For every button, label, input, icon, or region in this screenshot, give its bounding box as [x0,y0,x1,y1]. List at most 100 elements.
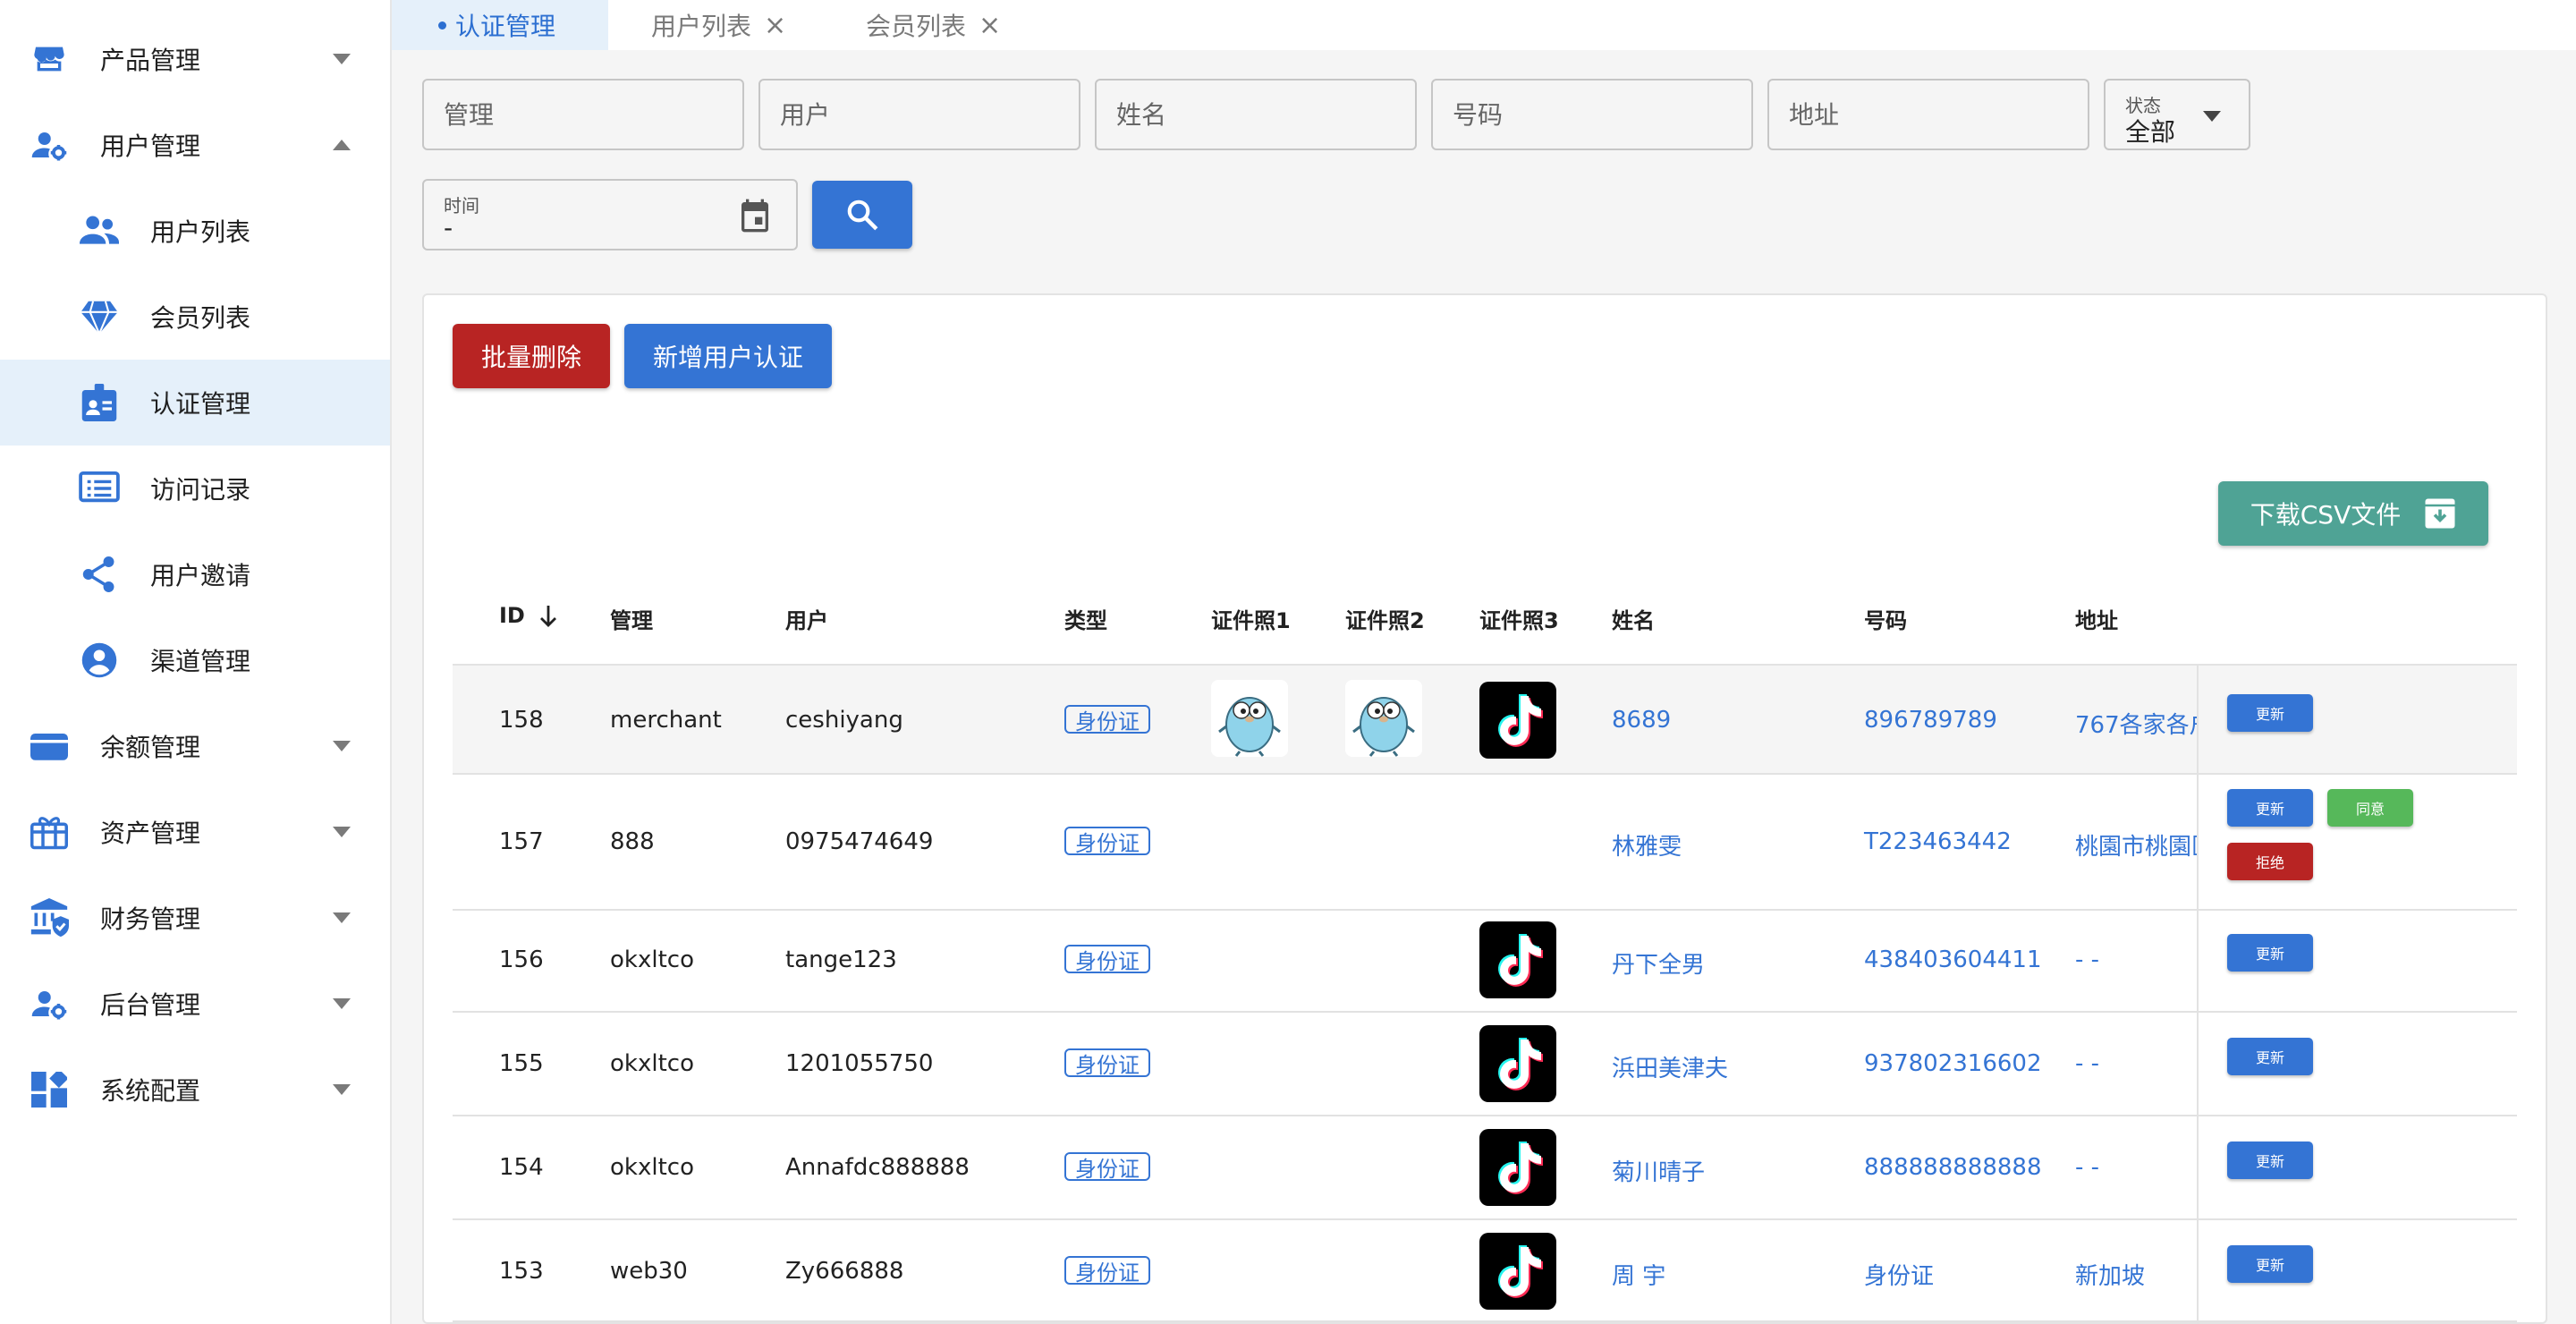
gopher-image [1218,697,1281,757]
sidebar-item-user-management[interactable]: 用户管理 [0,102,390,188]
id-photo-3[interactable] [1479,1025,1556,1102]
sidebar-item-channel[interactable]: 渠道管理 [0,617,390,703]
tab-label: 会员列表 [866,12,967,41]
download-csv-button[interactable]: 下载CSV文件 [2218,481,2488,546]
update-button[interactable]: 更新 [2227,934,2313,972]
share-icon [79,554,120,595]
column-header-photo2: 证件照2 [1345,608,1425,633]
address-filter-field[interactable] [1767,79,2089,150]
sidebar-item-backend[interactable]: 后台管理 [0,961,390,1047]
user-input[interactable] [760,81,1079,149]
column-header-id[interactable]: ID [499,603,557,628]
id-photo-2[interactable] [1345,680,1422,757]
manage-input[interactable] [424,81,742,149]
add-user-verification-button[interactable]: 新增用户认证 [624,324,832,388]
batch-delete-button[interactable]: 批量删除 [453,324,610,388]
tiktok-logo-icon [1498,694,1543,747]
name-input[interactable] [1097,81,1415,149]
search-button[interactable] [812,181,912,249]
manage-filter-field[interactable] [422,79,744,150]
cell-name[interactable]: 林雅雯 [1612,828,1682,861]
cell-address[interactable]: 新加坡 [2075,1258,2145,1291]
sidebar-item-label: 访问记录 [150,475,251,505]
address-input[interactable] [1769,81,2088,149]
dashboard-icon [29,1069,70,1110]
wallet-icon [29,726,70,767]
sidebar-item-finance[interactable]: 财务管理 [0,875,390,961]
cell-number[interactable]: 身份证 [1864,1258,1934,1291]
tab-verification[interactable]: 认证管理 [392,0,608,50]
cell-user: 1201055750 [785,1050,934,1077]
account-circle-icon [79,640,120,681]
approve-button[interactable]: 同意 [2327,789,2413,827]
sidebar-item-user-list[interactable]: 用户列表 [0,188,390,274]
status-select[interactable]: 状态 全部 [2104,79,2250,150]
time-value: - [444,213,453,242]
cell-id: 156 [499,946,544,973]
number-filter-field[interactable] [1431,79,1753,150]
cell-number[interactable]: 937802316602 [1864,1050,2042,1077]
time-range-field[interactable]: 时间 - [422,179,798,250]
update-button[interactable]: 更新 [2227,1038,2313,1075]
header-label: ID [499,603,525,628]
cell-number[interactable]: T223463442 [1864,828,2012,855]
cell-name[interactable]: 8689 [1612,707,1671,734]
update-button[interactable]: 更新 [2227,1142,2313,1179]
column-header-number: 号码 [1864,608,1907,633]
close-icon[interactable]: × [979,10,1001,41]
close-icon[interactable]: × [764,10,786,41]
cell-number[interactable]: 896789789 [1864,707,1997,734]
sidebar-item-user-invite[interactable]: 用户邀请 [0,531,390,617]
id-photo-3[interactable] [1479,1129,1556,1206]
cell-address[interactable]: 767各家各户 [2075,707,2197,740]
user-filter-field[interactable] [758,79,1080,150]
name-filter-field[interactable] [1095,79,1417,150]
cell-name[interactable]: 浜田美津夫 [1612,1050,1728,1083]
cell-number[interactable]: 438403604411 [1864,946,2042,973]
cell-user: ceshiyang [785,707,903,734]
sidebar-item-balance[interactable]: 余额管理 [0,703,390,789]
sidebar-item-verification[interactable]: 认证管理 [0,360,390,446]
tab-bar: 认证管理 用户列表 × 会员列表 × [392,0,2576,50]
id-photo-3[interactable] [1479,921,1556,998]
tiktok-logo-icon [1498,1038,1543,1091]
button-label: 更新 [2255,706,2284,723]
tab-member-list[interactable]: 会员列表 × [866,0,1001,50]
sidebar-item-label: 用户邀请 [150,561,251,590]
reject-button[interactable]: 拒绝 [2227,843,2313,880]
type-badge: 身份证 [1064,1152,1150,1182]
update-button[interactable]: 更新 [2227,789,2313,827]
cell-address[interactable]: 桃園市桃園區 [2075,828,2197,861]
id-photo-3[interactable] [1479,682,1556,759]
calendar-icon[interactable] [737,197,773,234]
sidebar-item-member-list[interactable]: 会员列表 [0,274,390,360]
id-photo-3[interactable] [1479,1233,1556,1310]
diamond-icon [79,296,120,337]
table-row[interactable] [453,775,2517,911]
cell-id: 155 [499,1050,544,1077]
cell-number[interactable]: 888888888888 [1864,1154,2042,1181]
tiktok-logo-icon [1498,1142,1543,1194]
sort-descending-icon[interactable] [539,606,557,627]
cell-manage: okxltco [610,1154,694,1181]
cell-manage: okxltco [610,1050,694,1077]
sidebar-item-system-config[interactable]: 系统配置 [0,1047,390,1133]
tab-user-list[interactable]: 用户列表 × [651,0,786,50]
id-photo-1[interactable] [1211,680,1288,757]
user-gear-icon [29,124,70,166]
cell-name[interactable]: 周 宇 [1612,1258,1665,1291]
update-button[interactable]: 更新 [2227,694,2313,732]
status-value: 全部 [2125,117,2176,147]
store-icon [29,38,70,80]
number-input[interactable] [1433,81,1751,149]
sidebar-item-label: 产品管理 [100,46,201,75]
sidebar-item-product[interactable]: 产品管理 [0,16,390,102]
sidebar-item-access-log[interactable]: 访问记录 [0,446,390,531]
people-icon [79,210,120,251]
update-button[interactable]: 更新 [2227,1245,2313,1283]
cell-manage: merchant [610,707,722,734]
cell-name[interactable]: 丹下全男 [1612,946,1705,980]
cell-name[interactable]: 菊川晴子 [1612,1154,1705,1187]
sidebar-item-assets[interactable]: 资产管理 [0,789,390,875]
cell-user: tange123 [785,946,897,973]
